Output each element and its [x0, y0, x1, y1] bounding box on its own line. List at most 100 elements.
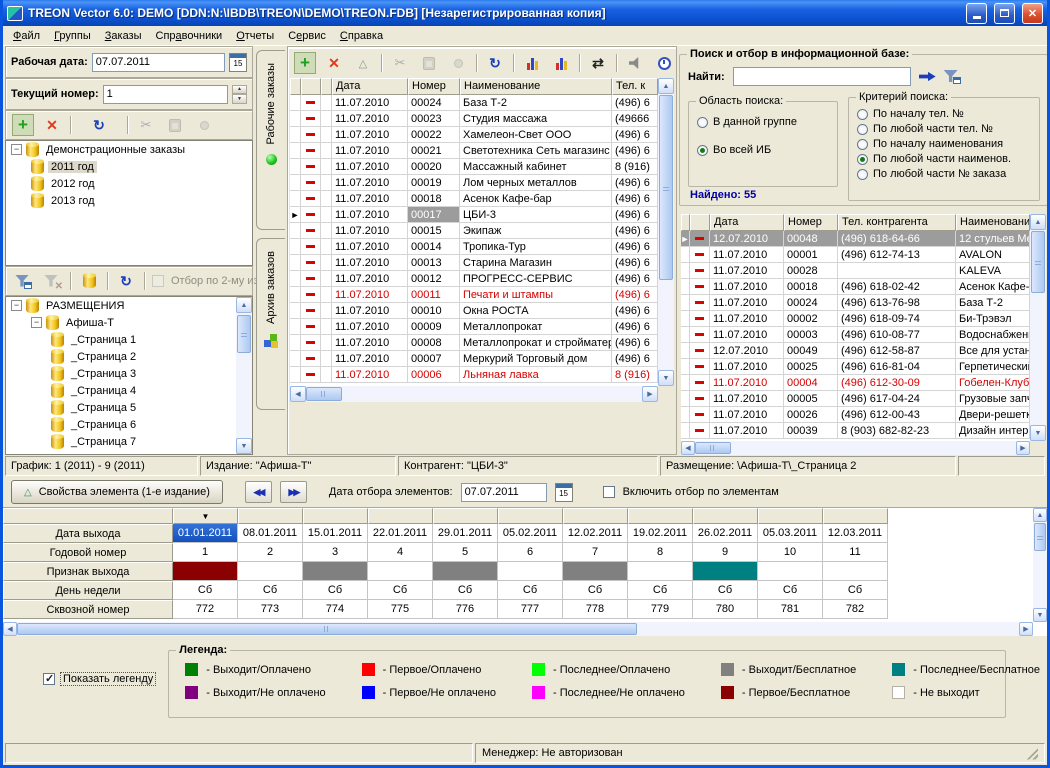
- schedule-cell-release-date[interactable]: 01.01.2011: [173, 524, 238, 543]
- order-row[interactable]: 11.07.201000010Окна РОСТА(496) 6: [290, 303, 658, 319]
- scroll-right-button[interactable]: ▶: [1019, 622, 1033, 636]
- maximize-button[interactable]: [994, 3, 1015, 24]
- menu-item[interactable]: Группы: [47, 28, 98, 44]
- column-header[interactable]: Номер: [784, 214, 838, 231]
- schedule-cell-release-flag[interactable]: [693, 562, 758, 581]
- order-row[interactable]: 11.07.201000018Асенок Кафе-бар(496) 6: [290, 191, 658, 207]
- radio-button[interactable]: [697, 117, 708, 128]
- record-button[interactable]: [193, 114, 215, 136]
- schedule-cell-release-flag[interactable]: [303, 562, 368, 581]
- order-row[interactable]: 11.07.201000013Старина Магазин(496) 6: [290, 255, 658, 271]
- scroll-down-button[interactable]: ▼: [236, 438, 252, 454]
- filter-button[interactable]: [12, 270, 34, 292]
- radio-button[interactable]: [857, 109, 868, 120]
- schedule-marker-cell[interactable]: [368, 508, 433, 524]
- schedule-cell-weekday[interactable]: Сб: [758, 581, 823, 600]
- calendar-button[interactable]: 15: [229, 53, 247, 72]
- schedule-cell-through-number[interactable]: 772: [173, 600, 238, 619]
- schedule-cell-release-date[interactable]: 19.02.2011: [628, 524, 693, 543]
- chart-alt-button[interactable]: [550, 52, 572, 74]
- schedule-cell-release-date[interactable]: 12.03.2011: [823, 524, 888, 543]
- schedule-cell-annual-number[interactable]: 3: [303, 543, 368, 562]
- date-filter-input[interactable]: [461, 483, 547, 502]
- element-filter-checkbox[interactable]: [603, 486, 615, 498]
- column-header[interactable]: Тел. контрагента: [838, 214, 956, 231]
- schedule-cell-release-date[interactable]: 15.01.2011: [303, 524, 368, 543]
- radio-button[interactable]: [697, 145, 708, 156]
- scroll-thumb[interactable]: [695, 442, 731, 454]
- scroll-left-button[interactable]: ◀: [3, 622, 17, 636]
- column-header[interactable]: Тел. к: [612, 78, 658, 95]
- schedule-cell-weekday[interactable]: Сб: [173, 581, 238, 600]
- schedule-cell-release-flag[interactable]: [498, 562, 563, 581]
- schedule-cell-through-number[interactable]: 776: [433, 600, 498, 619]
- schedule-cell-weekday[interactable]: Сб: [498, 581, 563, 600]
- search-result-row[interactable]: 11.07.2010000398 (903) 682-82-23Дизайн и…: [681, 423, 1030, 439]
- refresh-placements-button[interactable]: ↻: [115, 270, 137, 292]
- tree-item[interactable]: −Афиша-Т: [6, 314, 252, 331]
- clear-filter-button[interactable]: ✕: [41, 270, 63, 292]
- schedule-cell-through-number[interactable]: 775: [368, 600, 433, 619]
- horizontal-scrollbar[interactable]: ◀ ▶: [290, 386, 658, 402]
- order-row[interactable]: 11.07.201000024База Т-2(496) 6: [290, 95, 658, 111]
- column-header[interactable]: Номер: [408, 78, 460, 95]
- tab-working-orders[interactable]: Рабочие заказы: [256, 50, 285, 230]
- schedule-cell-release-flag[interactable]: [173, 562, 238, 581]
- resize-grip[interactable]: [1025, 747, 1038, 760]
- order-row[interactable]: 11.07.201000022Хамелеон-Свет ООО(496) 6: [290, 127, 658, 143]
- tree-item[interactable]: −Демонстрационные заказы: [6, 141, 252, 158]
- timer-button[interactable]: [653, 52, 675, 74]
- scroll-down-button[interactable]: ▼: [1033, 608, 1047, 622]
- expander-icon[interactable]: −: [31, 317, 42, 328]
- schedule-cell-through-number[interactable]: 781: [758, 600, 823, 619]
- schedule-cell-through-number[interactable]: 777: [498, 600, 563, 619]
- scroll-up-button[interactable]: ▲: [1030, 214, 1046, 230]
- search-result-row[interactable]: 11.07.201000005(496) 617-04-24Грузовые з…: [681, 391, 1030, 407]
- show-legend-checkbox[interactable]: [43, 673, 55, 685]
- schedule-cell-release-date[interactable]: 26.02.2011: [693, 524, 758, 543]
- schedule-cell-release-flag[interactable]: [238, 562, 303, 581]
- show-legend-control[interactable]: Показать легенду: [43, 672, 156, 686]
- tree-item[interactable]: _Страница 4: [6, 382, 252, 399]
- schedule-cell-annual-number[interactable]: 5: [433, 543, 498, 562]
- schedule-marker-cell[interactable]: [563, 508, 628, 524]
- current-number-input[interactable]: [103, 85, 228, 104]
- schedule-cell-annual-number[interactable]: 1: [173, 543, 238, 562]
- schedule-cell-release-date[interactable]: 29.01.2011: [433, 524, 498, 543]
- refresh-button[interactable]: ↻: [88, 114, 110, 136]
- column-header[interactable]: Наименование: [460, 78, 612, 95]
- schedule-cell-release-date[interactable]: 05.03.2011: [758, 524, 823, 543]
- scroll-up-button[interactable]: ▲: [1033, 508, 1047, 522]
- criteria-option[interactable]: По любой части наименов.: [857, 153, 1031, 165]
- order-row[interactable]: 11.07.201000009Металлопрокат(496) 6: [290, 319, 658, 335]
- schedule-cell-release-date[interactable]: 05.02.2011: [498, 524, 563, 543]
- schedule-cell-weekday[interactable]: Сб: [238, 581, 303, 600]
- schedule-marker-cell[interactable]: [628, 508, 693, 524]
- scroll-thumb[interactable]: [17, 623, 637, 635]
- tree-item[interactable]: _Страница 1: [6, 331, 252, 348]
- schedule-cell-release-flag[interactable]: [758, 562, 823, 581]
- schedule-cell-release-flag[interactable]: [563, 562, 628, 581]
- order-row[interactable]: 11.07.201000014Тропика-Тур(496) 6: [290, 239, 658, 255]
- chart-button[interactable]: [521, 52, 543, 74]
- schedule-marker-cell[interactable]: [498, 508, 563, 524]
- calendar-button[interactable]: 15: [555, 483, 573, 502]
- close-button[interactable]: ✕: [1022, 3, 1043, 24]
- menu-item[interactable]: Справка: [333, 28, 390, 44]
- schedule-cell-through-number[interactable]: 779: [628, 600, 693, 619]
- sound-button[interactable]: [624, 52, 646, 74]
- vertical-scrollbar[interactable]: ▲ ▼: [1030, 214, 1046, 441]
- schedule-cell-weekday[interactable]: Сб: [563, 581, 628, 600]
- schedule-cell-annual-number[interactable]: 6: [498, 543, 563, 562]
- order-row[interactable]: 11.07.201000023Студия массажа(49666: [290, 111, 658, 127]
- run-search-icon[interactable]: [919, 71, 936, 82]
- search-result-row[interactable]: 11.07.201000004(496) 612-30-09Гобелен-Кл…: [681, 375, 1030, 391]
- working-date-input[interactable]: [92, 53, 225, 72]
- column-header[interactable]: Дата: [332, 78, 408, 95]
- order-row[interactable]: 11.07.201000020Массажный кабинет8 (916): [290, 159, 658, 175]
- schedule-cell-through-number[interactable]: 774: [303, 600, 368, 619]
- element-properties-button[interactable]: △ Свойства элемента (1-е издание): [11, 480, 223, 504]
- schedule-cell-weekday[interactable]: Сб: [693, 581, 758, 600]
- minimize-button[interactable]: [966, 3, 987, 24]
- schedule-cell-release-date[interactable]: 08.01.2011: [238, 524, 303, 543]
